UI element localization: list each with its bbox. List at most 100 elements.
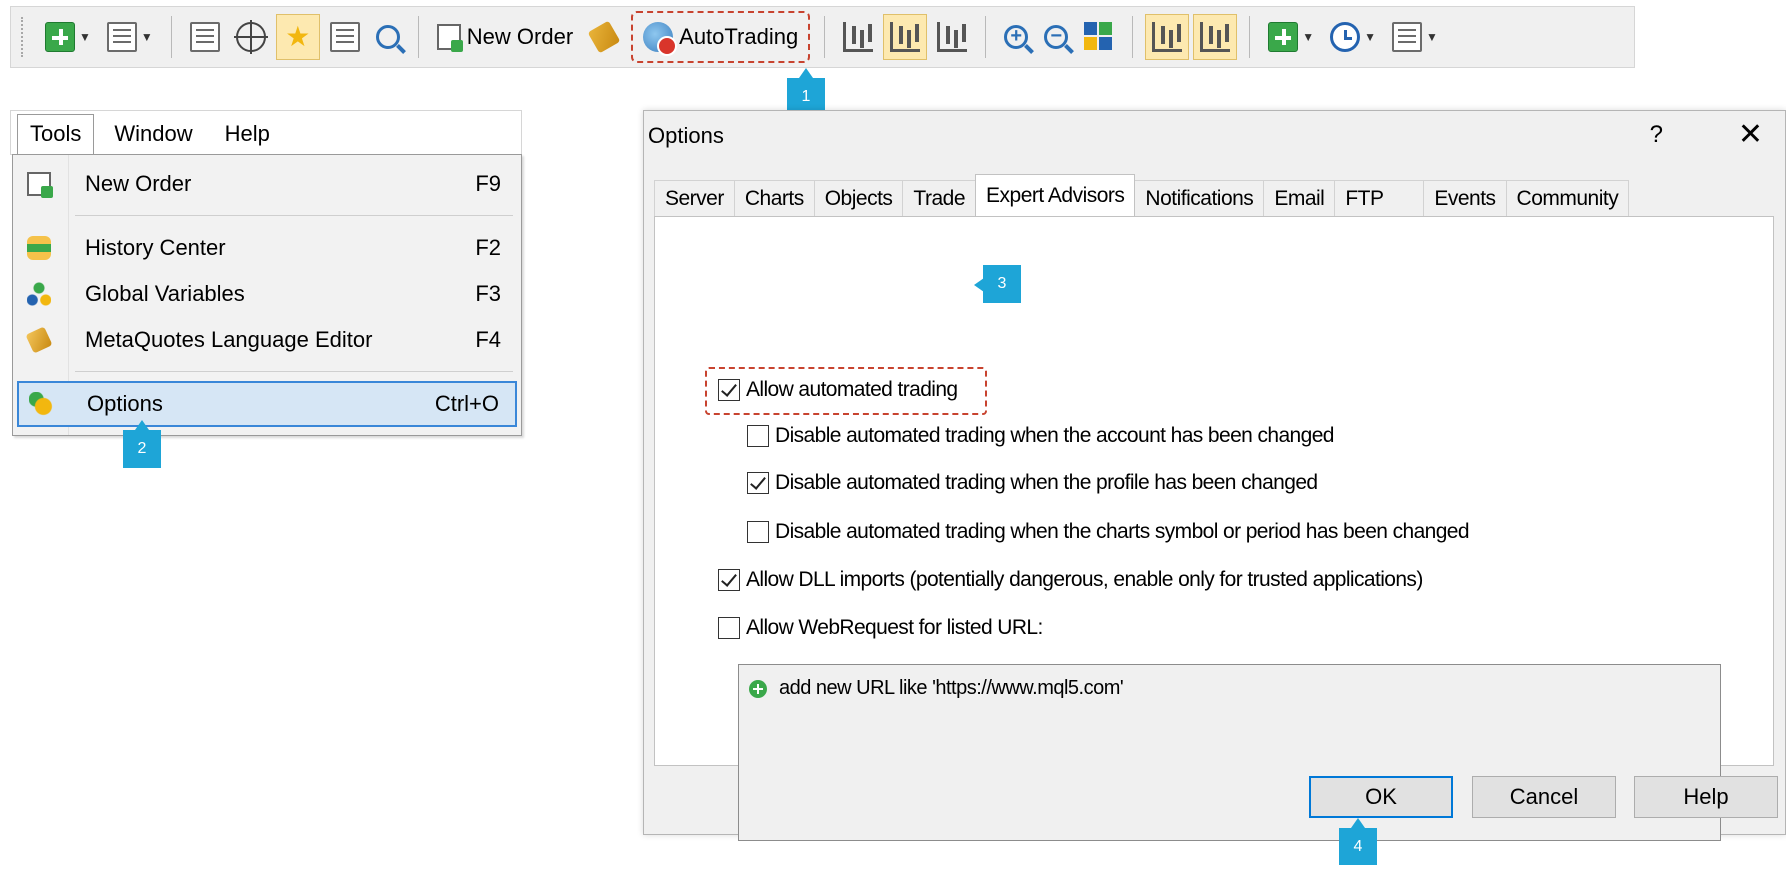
clock-icon xyxy=(1330,22,1361,52)
zoom-in-button[interactable]: + xyxy=(998,14,1034,60)
toolbar-separator xyxy=(1249,16,1251,58)
close-icon[interactable]: ✕ xyxy=(1738,117,1763,152)
step4-badge: 4 xyxy=(1339,828,1377,865)
options-dialog: Options ? ✕ Server Charts Objects Trade … xyxy=(643,110,1786,841)
chevron-down-icon: ▼ xyxy=(1425,30,1438,44)
strategy-tester-button[interactable] xyxy=(370,14,406,60)
chart-shift-button[interactable] xyxy=(1193,14,1238,60)
disable-on-profile-change-option[interactable]: Disable automated trading when the profi… xyxy=(747,471,1318,495)
candlestick-button[interactable] xyxy=(883,14,928,60)
disable-on-symbol-change-checkbox[interactable] xyxy=(747,521,769,543)
chevron-down-icon: ▼ xyxy=(1302,30,1315,44)
tab-server[interactable]: Server xyxy=(654,180,735,216)
tab-charts[interactable]: Charts xyxy=(733,180,815,216)
ok-button[interactable]: OK xyxy=(1309,776,1453,818)
tab-objects[interactable]: Objects xyxy=(813,180,904,216)
allow-dll-imports-option[interactable]: Allow DLL imports (potentially dangerous… xyxy=(718,568,1423,592)
new-chart-button[interactable]: ▼ xyxy=(39,14,97,60)
menu-item-shortcut: Ctrl+O xyxy=(434,391,499,416)
zoom-out-button[interactable]: − xyxy=(1038,14,1074,60)
allow-webrequest-option[interactable]: Allow WebRequest for listed URL: xyxy=(718,616,1043,640)
tools-dropdown-menu: New Order F9 History Center F2 Global Va… xyxy=(12,154,522,436)
menu-window-label: Window xyxy=(114,121,193,146)
tab-notifications[interactable]: Notifications xyxy=(1134,180,1265,216)
allow-webrequest-checkbox[interactable] xyxy=(718,617,740,639)
menu-tools-label: Tools xyxy=(30,121,82,146)
menu-item-history-center[interactable]: History Center F2 xyxy=(17,227,517,269)
templates-button[interactable]: ▼ xyxy=(1386,14,1444,60)
menu-help-label: Help xyxy=(224,121,270,146)
terminal-button[interactable] xyxy=(324,14,366,60)
new-order-label: New Order xyxy=(466,24,574,49)
autotrading-label: AutoTrading xyxy=(679,24,799,49)
toolbar-separator xyxy=(824,16,826,58)
allow-automated-trading-option[interactable]: Allow automated trading xyxy=(718,378,958,402)
auto-scroll-button[interactable] xyxy=(1145,14,1190,60)
menu-window[interactable]: Window xyxy=(102,115,204,154)
tab-events[interactable]: Events xyxy=(1423,180,1507,216)
new-order-icon xyxy=(27,172,53,198)
toolbar-grip[interactable] xyxy=(21,17,27,57)
main-toolbar: ▼ ▼ ★ New Order AutoTrading + − ▼ ▼ ▼ xyxy=(10,6,1635,68)
disable-on-account-change-option[interactable]: Disable automated trading when the accou… xyxy=(747,424,1334,448)
menu-item-options[interactable]: Options Ctrl+O xyxy=(17,381,517,427)
navigator-button[interactable]: ★ xyxy=(275,14,320,60)
chevron-down-icon: ▼ xyxy=(1364,30,1376,44)
market-watch-icon xyxy=(189,22,220,52)
add-url-item[interactable]: add new URL like 'https://www.mql5.com' xyxy=(749,677,1124,700)
menu-help[interactable]: Help xyxy=(213,115,282,154)
templates-icon xyxy=(1391,22,1422,52)
help-icon[interactable]: ? xyxy=(1650,121,1663,149)
help-button[interactable]: Help xyxy=(1634,776,1778,818)
history-center-icon xyxy=(27,236,51,260)
menu-item-label: Global Variables xyxy=(85,281,245,306)
options-tabs: Server Charts Objects Trade Expert Advis… xyxy=(654,174,1775,216)
step4-badge-pointer xyxy=(1351,818,1365,828)
tab-email[interactable]: Email xyxy=(1263,180,1336,216)
menu-item-shortcut: F2 xyxy=(475,235,501,260)
new-order-button[interactable]: New Order xyxy=(431,14,579,60)
tile-windows-button[interactable] xyxy=(1078,14,1120,60)
metaeditor-button[interactable] xyxy=(583,14,625,60)
tab-community[interactable]: Community xyxy=(1505,180,1630,216)
allow-automated-trading-checkbox[interactable] xyxy=(718,379,740,401)
dialog-title: Options xyxy=(648,123,724,148)
autotrading-button[interactable]: AutoTrading xyxy=(641,14,800,60)
data-window-button[interactable] xyxy=(230,14,272,60)
menu-item-language-editor[interactable]: MetaQuotes Language Editor F4 xyxy=(17,319,517,361)
expert-advisors-panel: Allow automated trading Disable automate… xyxy=(654,216,1774,841)
market-watch-button[interactable] xyxy=(184,14,226,60)
step3-badge: 3 xyxy=(983,265,1021,303)
autotrading-highlight: AutoTrading xyxy=(631,11,811,63)
disable-on-profile-change-checkbox[interactable] xyxy=(747,472,769,494)
bar-chart-icon xyxy=(843,22,874,52)
cancel-button[interactable]: Cancel xyxy=(1472,776,1616,818)
line-chart-button[interactable] xyxy=(931,14,973,60)
indicators-icon xyxy=(1268,22,1299,52)
step1-badge-pointer xyxy=(799,68,813,78)
disable-on-account-change-checkbox[interactable] xyxy=(747,425,769,447)
menu-item-shortcut: F3 xyxy=(475,281,501,306)
crosshair-icon xyxy=(233,20,268,54)
bar-chart-button[interactable] xyxy=(837,14,879,60)
toolbar-separator xyxy=(417,16,419,58)
menu-item-global-variables[interactable]: Global Variables F3 xyxy=(17,273,517,315)
menu-tools[interactable]: Tools xyxy=(17,114,95,154)
menu-item-new-order[interactable]: New Order F9 xyxy=(17,163,517,205)
tab-expert-advisors[interactable]: Expert Advisors xyxy=(975,174,1136,216)
tab-ftp[interactable]: FTP xyxy=(1334,180,1425,216)
allow-dll-imports-checkbox[interactable] xyxy=(718,569,740,591)
indicators-button[interactable]: ▼ xyxy=(1262,14,1320,60)
allow-webrequest-label: Allow WebRequest for listed URL: xyxy=(746,616,1043,639)
disable-on-symbol-change-option[interactable]: Disable automated trading when the chart… xyxy=(747,520,1470,544)
step2-badge-pointer xyxy=(135,420,149,430)
toolbar-separator xyxy=(170,16,172,58)
chevron-down-icon: ▼ xyxy=(140,30,153,44)
tab-trade[interactable]: Trade xyxy=(902,180,977,216)
menu-item-label: Options xyxy=(87,391,163,416)
new-order-icon xyxy=(436,24,463,52)
periods-button[interactable]: ▼ xyxy=(1324,14,1382,60)
profiles-button[interactable]: ▼ xyxy=(101,14,159,60)
menu-separator xyxy=(75,371,513,372)
zoom-in-icon: + xyxy=(1004,25,1029,49)
